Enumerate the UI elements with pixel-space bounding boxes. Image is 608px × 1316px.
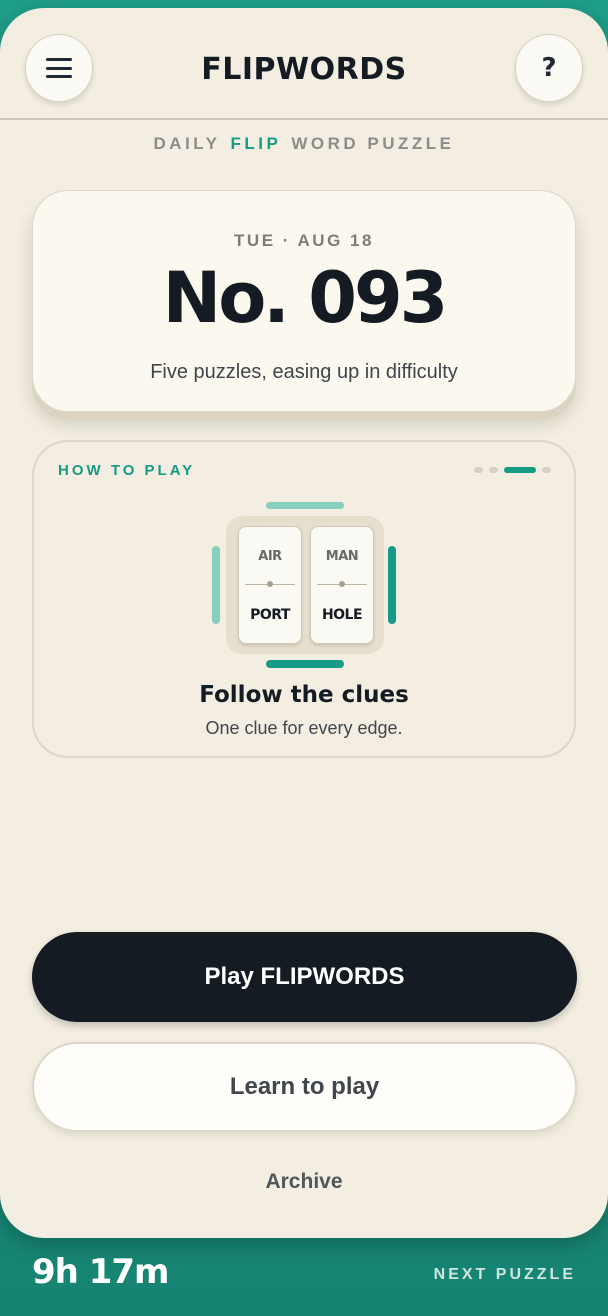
archive-link[interactable]: Archive bbox=[0, 1170, 608, 1194]
flip-tile: AIR PORT bbox=[238, 526, 302, 644]
edge-bar-right bbox=[388, 546, 396, 624]
play-button[interactable]: Play FLIPWORDS bbox=[32, 932, 577, 1022]
tile-top-word: AIR bbox=[258, 549, 282, 564]
help-button[interactable]: ? bbox=[515, 34, 583, 102]
how-to-play-text: One clue for every edge. bbox=[205, 718, 403, 738]
tile-top-word: MAN bbox=[325, 549, 359, 564]
tile-bottom-word: HOLE bbox=[321, 607, 363, 623]
tagline-word-puzzle: WORD PUZZLE bbox=[291, 134, 455, 153]
carousel-dot[interactable] bbox=[474, 467, 483, 473]
tile-hinge bbox=[339, 581, 345, 587]
next-puzzle-countdown: 9h 17m bbox=[32, 1252, 169, 1292]
edge-bar-bottom bbox=[266, 660, 344, 668]
how-to-play-card[interactable]: HOW TO PLAY AIR PORT MAN HOLE Follow the… bbox=[32, 440, 576, 758]
tagline-flip: FLIP bbox=[230, 134, 282, 153]
next-puzzle-label: NEXT PUZZLE bbox=[433, 1266, 576, 1283]
tile-bottom-word: PORT bbox=[250, 607, 290, 623]
flip-tile: MAN HOLE bbox=[310, 526, 374, 644]
edge-bar-left bbox=[212, 546, 220, 624]
question-mark-icon: ? bbox=[541, 53, 557, 83]
carousel-indicator[interactable] bbox=[474, 467, 551, 473]
carousel-dot-active[interactable] bbox=[504, 467, 536, 473]
main-sheet: FLIPWORDS ? DAILY FLIP WORD PUZZLE TUE · A… bbox=[0, 8, 608, 1238]
app-header: FLIPWORDS ? bbox=[0, 8, 608, 120]
how-to-play-label: HOW TO PLAY bbox=[58, 462, 196, 479]
carousel-dot[interactable] bbox=[489, 467, 498, 473]
edge-bar-top bbox=[266, 502, 344, 509]
how-to-play-title: Follow the clues bbox=[199, 682, 409, 708]
puzzle-description: Five puzzles, easing up in difficulty bbox=[150, 361, 458, 383]
header-divider bbox=[0, 118, 608, 120]
tagline: DAILY FLIP WORD PUZZLE bbox=[0, 134, 608, 154]
puzzle-card: TUE · AUG 18 No. 093 Five puzzles, easin… bbox=[32, 190, 576, 412]
carousel-dot[interactable] bbox=[542, 467, 551, 473]
tile-hinge bbox=[267, 581, 273, 587]
tagline-daily: DAILY bbox=[153, 134, 221, 153]
puzzle-number: No. 093 bbox=[162, 257, 449, 339]
learn-to-play-button[interactable]: Learn to play bbox=[32, 1042, 577, 1132]
puzzle-date: TUE · AUG 18 bbox=[234, 231, 374, 250]
